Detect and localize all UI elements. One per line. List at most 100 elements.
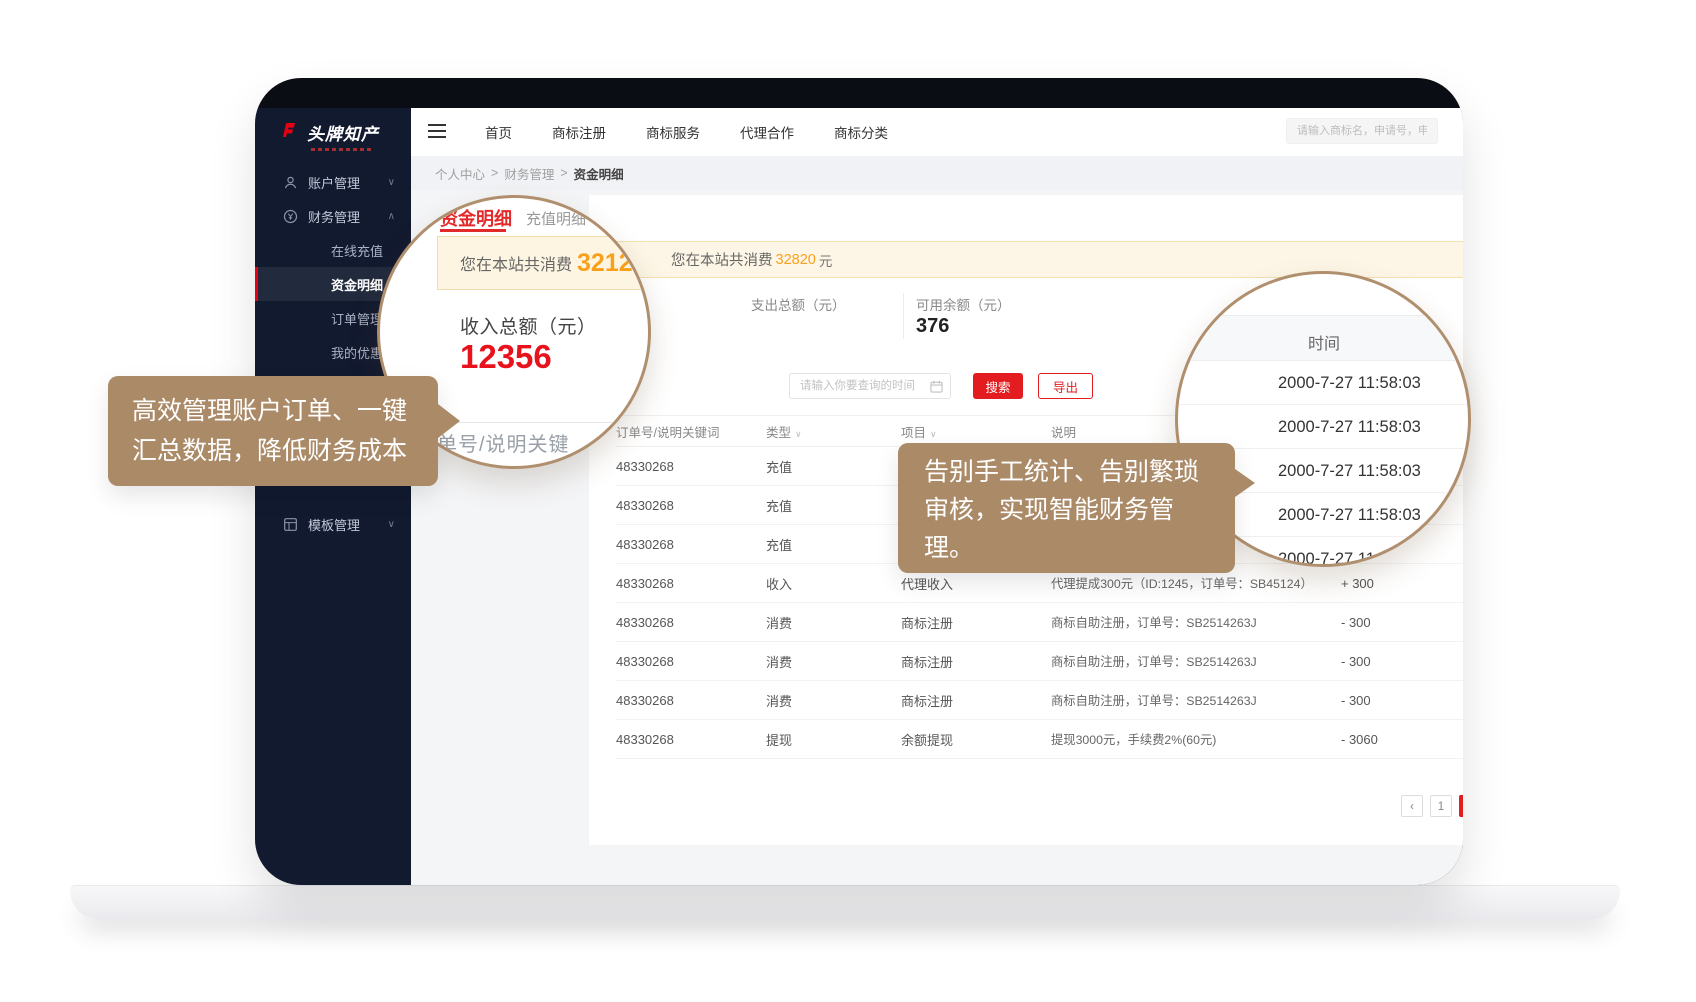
lens-banner-amount: 32124 bbox=[577, 249, 647, 278]
callout-right-line3: 理。 bbox=[924, 529, 1235, 567]
cell-order: 48330268 bbox=[616, 615, 766, 630]
logo-icon bbox=[279, 120, 299, 145]
lens-time-header: 时间 bbox=[1178, 315, 1468, 361]
stats-divider bbox=[903, 293, 904, 339]
chevron-up-icon: ∧ bbox=[388, 211, 395, 222]
expense-total-label: 支出总额（元） bbox=[751, 294, 846, 314]
banner-unit: 元 bbox=[819, 250, 833, 270]
sort-caret-icon: ∨ bbox=[930, 429, 937, 439]
sidebar-item-label: 账户管理 bbox=[308, 173, 360, 192]
trademark-search-input[interactable] bbox=[1286, 118, 1438, 144]
cell-amount: - 300 bbox=[1341, 654, 1463, 669]
breadcrumb-item-1[interactable]: 财务管理 bbox=[504, 164, 554, 183]
cell-amount: - 3060 bbox=[1341, 732, 1463, 747]
logo-title: 头牌知产 bbox=[307, 120, 379, 145]
callout-right-arrow bbox=[1235, 469, 1255, 497]
header-type[interactable]: 类型∨ bbox=[766, 422, 901, 441]
logo-tagline bbox=[311, 148, 373, 151]
callout-right-line2: 审核，实现智能财务管 bbox=[924, 491, 1235, 529]
cell-desc: 商标自助注册，订单号：SB2514263J bbox=[1051, 613, 1341, 631]
banner-prefix: 您在本站共消费 bbox=[671, 249, 773, 270]
sort-caret-icon: ∨ bbox=[795, 429, 802, 439]
cell-project: 商标注册 bbox=[901, 691, 1051, 710]
lens-tab-inactive: 充值明细 bbox=[526, 208, 586, 229]
sidebar-item-label: 模板管理 bbox=[308, 515, 360, 534]
lens-tab-underline bbox=[440, 229, 506, 232]
trademark-search bbox=[1286, 118, 1438, 144]
calendar-icon[interactable] bbox=[930, 380, 943, 398]
cell-type: 充值 bbox=[766, 457, 901, 476]
cell-project: 余额提现 bbox=[901, 730, 1051, 749]
lens-income-value: 12356 bbox=[460, 338, 552, 376]
pagination-prev-button[interactable]: ‹ bbox=[1401, 795, 1423, 817]
breadcrumb-item-2: 资金明细 bbox=[574, 164, 624, 183]
cell-order: 48330268 bbox=[616, 498, 766, 513]
breadcrumb: 个人中心 > 财务管理 > 资金明细 bbox=[411, 156, 1463, 190]
cell-order: 48330268 bbox=[616, 732, 766, 747]
export-button[interactable]: 导出 bbox=[1038, 373, 1093, 399]
cell-amount: + 300 bbox=[1341, 576, 1463, 591]
callout-left-line1: 高效管理账户订单、一键 bbox=[132, 391, 438, 431]
cell-project: 商标注册 bbox=[901, 613, 1051, 632]
table-row-4: 48330268消费商标注册商标自助注册，订单号：SB2514263J- 300… bbox=[616, 603, 1463, 642]
topnav-item-4[interactable]: 商标分类 bbox=[834, 122, 888, 142]
cell-type: 消费 bbox=[766, 613, 901, 632]
pagination-page-1[interactable]: 1 bbox=[1430, 795, 1452, 817]
page: 头牌知产 账户管理∨财务管理∧在线充值资金明细订单管理我的优惠券我的发票模板管理… bbox=[0, 0, 1696, 1002]
sidebar-item-label: 在线充值 bbox=[331, 241, 383, 260]
header-project[interactable]: 项目∨ bbox=[901, 422, 1051, 441]
cell-type: 充值 bbox=[766, 496, 901, 515]
sidebar: 头牌知产 账户管理∨财务管理∧在线充值资金明细订单管理我的优惠券我的发票模板管理… bbox=[255, 108, 411, 885]
cell-type: 消费 bbox=[766, 691, 901, 710]
cell-desc: 代理提成300元（ID:1245，订单号：SB45124） bbox=[1051, 574, 1341, 592]
lens-banner-prefix: 您在本站共消费 bbox=[460, 251, 572, 275]
sidebar-item-label: 资金明细 bbox=[331, 275, 383, 294]
cell-type: 充值 bbox=[766, 535, 901, 554]
cell-type: 消费 bbox=[766, 652, 901, 671]
cell-order: 48330268 bbox=[616, 576, 766, 591]
cell-order: 48330268 bbox=[616, 537, 766, 552]
sidebar-item-账户管理[interactable]: 账户管理 ∨ bbox=[255, 165, 411, 199]
cell-desc: 商标自助注册，订单号：SB2514263J bbox=[1051, 652, 1341, 670]
available-balance-label: 可用余额（元） bbox=[916, 294, 1011, 314]
topnav-item-3[interactable]: 代理合作 bbox=[740, 122, 794, 142]
callout-left: 高效管理账户订单、一键 汇总数据，降低财务成本 bbox=[108, 376, 438, 486]
template-icon bbox=[283, 517, 298, 532]
laptop-base bbox=[70, 885, 1620, 919]
top-navigation: 首页 商标注册 商标服务 代理合作 商标分类 bbox=[485, 108, 888, 156]
time-query-input[interactable] bbox=[790, 374, 950, 398]
user-icon bbox=[283, 175, 298, 190]
pagination-page-2[interactable]: 2 bbox=[1459, 795, 1463, 817]
callout-right: 告别手工统计、告别繁琐 审核，实现智能财务管 理。 bbox=[898, 443, 1235, 573]
sidebar-item-在线充值[interactable]: 在线充值 bbox=[255, 233, 411, 267]
cell-order: 48330268 bbox=[616, 459, 766, 474]
topnav-item-1[interactable]: 商标注册 bbox=[552, 122, 606, 142]
topnav-item-2[interactable]: 商标服务 bbox=[646, 122, 700, 142]
topnav-item-0[interactable]: 首页 bbox=[485, 122, 512, 142]
sidebar-item-财务管理[interactable]: 财务管理∧ bbox=[255, 199, 411, 233]
cell-type: 收入 bbox=[766, 574, 901, 593]
breadcrumb-separator: > bbox=[491, 166, 498, 180]
table-row-7: 48330268提现余额提现提现3000元，手续费2%(60元)- 3060¥ … bbox=[616, 720, 1463, 759]
breadcrumb-item-0[interactable]: 个人中心 bbox=[435, 164, 485, 183]
search-button[interactable]: 搜索 bbox=[973, 373, 1023, 399]
callout-right-line1: 告别手工统计、告别繁琐 bbox=[924, 453, 1235, 491]
cell-project: 商标注册 bbox=[901, 652, 1051, 671]
cell-type: 提现 bbox=[766, 730, 901, 749]
hamburger-menu-icon[interactable] bbox=[428, 124, 446, 142]
lens-income-label: 收入总额（元） bbox=[460, 312, 597, 339]
callout-left-line2: 汇总数据，降低财务成本 bbox=[132, 431, 438, 471]
chevron-down-icon: ∨ bbox=[388, 177, 395, 188]
lens-time-row-0: 2000-7-27 11:58:03 bbox=[1178, 361, 1468, 405]
pagination: ‹12345 bbox=[1401, 795, 1463, 817]
sidebar-item-模板管理[interactable]: 模板管理 ∨ bbox=[255, 507, 411, 541]
chevron-down-icon: ∨ bbox=[388, 519, 395, 530]
cell-amount: - 300 bbox=[1341, 615, 1463, 630]
finance-icon bbox=[283, 209, 298, 224]
cell-order: 48330268 bbox=[616, 654, 766, 669]
cell-project: 代理收入 bbox=[901, 574, 1051, 593]
logo: 头牌知产 bbox=[255, 108, 411, 145]
breadcrumb-separator: > bbox=[560, 166, 567, 180]
lens-tab-active: 资金明细 bbox=[440, 205, 512, 231]
callout-left-arrow bbox=[438, 404, 460, 438]
